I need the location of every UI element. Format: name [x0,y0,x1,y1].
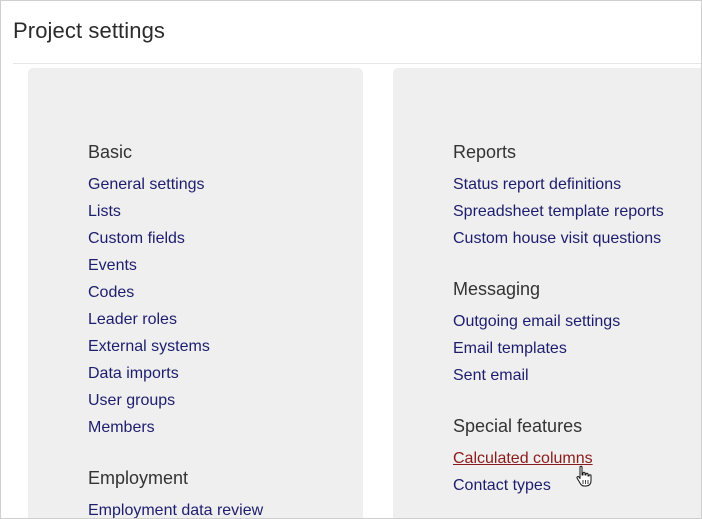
link-events[interactable]: Events [88,257,137,274]
link-lists[interactable]: Lists [88,203,121,220]
link-calculated-columns[interactable]: Calculated columns [453,450,593,467]
link-members[interactable]: Members [88,419,155,436]
link-email-templates[interactable]: Email templates [453,340,567,357]
section-heading-messaging: Messaging [453,279,541,299]
settings-window: Project settings Basic General settings … [0,0,702,519]
section-basic: Basic General settings Lists Custom fiel… [88,141,210,441]
section-employment: Employment Employment data review [88,467,263,518]
link-outgoing-email-settings[interactable]: Outgoing email settings [453,313,620,330]
link-codes[interactable]: Codes [88,284,134,301]
section-messaging: Messaging Outgoing email settings Email … [453,278,620,389]
special-features-links: Calculated columns Contact types [453,445,593,499]
link-custom-house-visit-questions[interactable]: Custom house visit questions [453,230,661,247]
messaging-links: Outgoing email settings Email templates … [453,308,620,389]
link-data-imports[interactable]: Data imports [88,365,179,382]
reports-links: Status report definitions Spreadsheet te… [453,171,664,252]
title-divider [13,63,701,64]
link-leader-roles[interactable]: Leader roles [88,311,177,328]
link-external-systems[interactable]: External systems [88,338,210,355]
section-heading-basic: Basic [88,142,133,162]
employment-links: Employment data review [88,497,263,518]
page-title: Project settings [13,18,166,43]
link-employment-data-review[interactable]: Employment data review [88,502,263,518]
link-user-groups[interactable]: User groups [88,392,175,409]
section-special-features: Special features Calculated columns Cont… [453,415,593,499]
link-contact-types[interactable]: Contact types [453,477,551,494]
link-spreadsheet-template-reports[interactable]: Spreadsheet template reports [453,203,664,220]
section-reports: Reports Status report definitions Spread… [453,141,664,252]
section-heading-reports: Reports [453,142,517,162]
section-heading-employment: Employment [88,468,189,488]
link-status-report-definitions[interactable]: Status report definitions [453,176,621,193]
section-heading-special-features: Special features [453,416,583,436]
basic-links: General settings Lists Custom fields Eve… [88,171,210,441]
link-sent-email[interactable]: Sent email [453,367,529,384]
hand-pointer-icon [576,465,592,487]
link-custom-fields[interactable]: Custom fields [88,230,185,247]
link-general-settings[interactable]: General settings [88,176,205,193]
